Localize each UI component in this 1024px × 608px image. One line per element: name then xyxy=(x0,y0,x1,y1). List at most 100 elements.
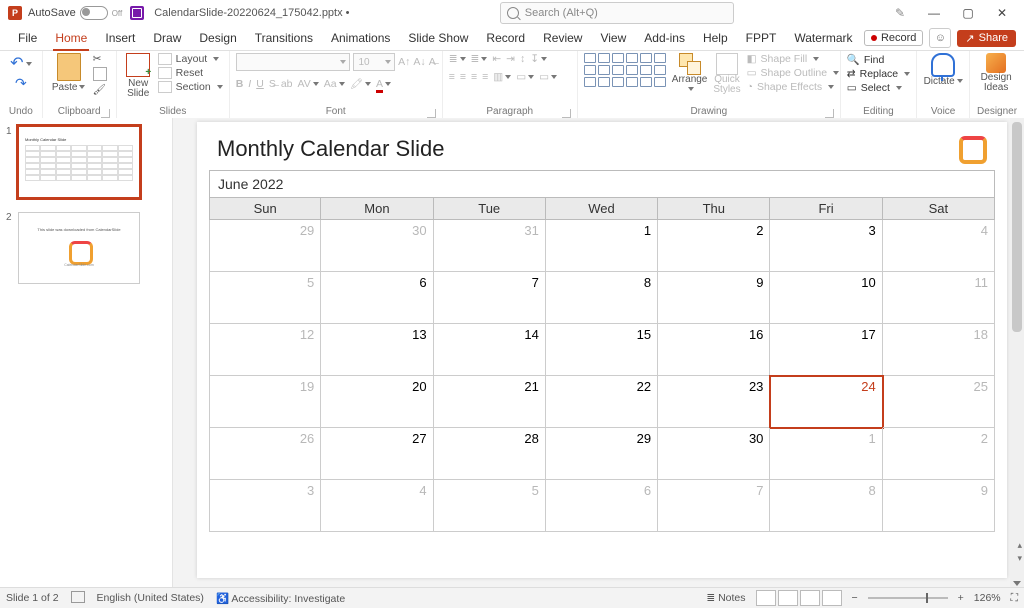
inc-indent-button[interactable]: ⇥ xyxy=(506,53,515,65)
underline-button[interactable]: U xyxy=(256,78,264,90)
appearance-button[interactable]: ✎ xyxy=(884,2,916,24)
tab-design[interactable]: Design xyxy=(191,27,244,50)
tab-record[interactable]: Record xyxy=(478,27,533,50)
zoom-slider[interactable] xyxy=(868,597,948,599)
sorter-view-button[interactable] xyxy=(778,590,798,606)
tab-animations[interactable]: Animations xyxy=(323,27,398,50)
undo-button[interactable]: ↶ xyxy=(10,53,31,73)
calendar-cell[interactable]: 29 xyxy=(209,220,321,272)
calendar-cell[interactable]: 18 xyxy=(883,324,995,376)
calendar-cell[interactable]: 7 xyxy=(434,272,546,324)
calendar-cell[interactable]: 16 xyxy=(658,324,770,376)
zoom-value[interactable]: 126% xyxy=(974,592,1001,604)
calendar-cell[interactable]: 22 xyxy=(546,376,658,428)
calendar-cell[interactable]: 13 xyxy=(321,324,433,376)
calendar-cell[interactable]: 2 xyxy=(658,220,770,272)
calendar-cell[interactable]: 4 xyxy=(321,480,433,532)
calendar-cell[interactable]: 17 xyxy=(770,324,882,376)
slide-canvas-area[interactable]: Monthly Calendar Slide June 2022 SunMonT… xyxy=(173,118,1024,588)
shape-outline-button[interactable]: ▭Shape Outline xyxy=(747,67,839,79)
normal-view-button[interactable] xyxy=(756,590,776,606)
char-spacing-button[interactable]: AV xyxy=(298,78,319,90)
tab-slideshow[interactable]: Slide Show xyxy=(400,27,476,50)
calendar-cell[interactable]: 27 xyxy=(321,428,433,480)
grow-font-button[interactable]: A↑ xyxy=(398,56,410,68)
shadow-button[interactable]: ab xyxy=(281,78,293,90)
search-input[interactable]: Search (Alt+Q) xyxy=(500,2,734,24)
align-center-button[interactable]: ≡ xyxy=(460,71,466,83)
maximize-button[interactable]: ▢ xyxy=(952,2,984,24)
section-button[interactable]: Section xyxy=(158,81,223,93)
calendar-cell[interactable]: 1 xyxy=(546,220,658,272)
bold-button[interactable]: B xyxy=(236,78,244,90)
minimize-button[interactable]: — xyxy=(918,2,950,24)
calendar-cell[interactable]: 1 xyxy=(770,428,882,480)
quick-styles-button[interactable]: Quick Styles xyxy=(713,53,740,95)
next-slide-button[interactable]: ▾ xyxy=(1017,553,1022,564)
calendar-cell[interactable]: 29 xyxy=(546,428,658,480)
tab-file[interactable]: File xyxy=(10,27,45,50)
calendar-cell[interactable]: 11 xyxy=(883,272,995,324)
prev-slide-button[interactable]: ▴ xyxy=(1017,540,1022,551)
arrange-button[interactable]: Arrange xyxy=(672,53,708,95)
calendar-cell[interactable]: 31 xyxy=(434,220,546,272)
fit-to-window-button[interactable]: ⛶ xyxy=(1011,592,1018,605)
toggle-off-icon[interactable] xyxy=(80,6,108,20)
zoom-in-button[interactable]: + xyxy=(958,592,964,604)
dec-indent-button[interactable]: ⇤ xyxy=(492,53,501,65)
tab-transitions[interactable]: Transitions xyxy=(247,27,321,50)
highlight-button[interactable]: 🖍 xyxy=(350,77,371,90)
tab-addins[interactable]: Add-ins xyxy=(636,27,693,50)
zoom-out-button[interactable]: − xyxy=(852,592,858,604)
slide-title[interactable]: Monthly Calendar Slide xyxy=(217,136,444,162)
calendar-cell[interactable]: 25 xyxy=(883,376,995,428)
save-icon[interactable] xyxy=(130,6,144,20)
cut-button[interactable]: ✂ xyxy=(93,53,107,65)
share-button[interactable]: ↗Share xyxy=(957,30,1016,47)
calendar-cell[interactable]: 19 xyxy=(209,376,321,428)
dictate-button[interactable]: Dictate xyxy=(923,53,963,87)
reset-button[interactable]: Reset xyxy=(158,67,223,79)
align-left-button[interactable]: ≡ xyxy=(449,71,455,83)
thumb-preview[interactable]: This slide was downloaded from CalendarS… xyxy=(18,212,140,284)
calendar-cell[interactable]: 14 xyxy=(434,324,546,376)
calendar-table[interactable]: June 2022 SunMonTueWedThuFriSat 29303112… xyxy=(209,170,995,532)
accessibility-button[interactable]: ♿ Accessibility: Investigate xyxy=(216,592,345,605)
calendar-cell[interactable]: 8 xyxy=(546,272,658,324)
bullets-button[interactable]: ≣ xyxy=(449,53,466,65)
calendar-cell[interactable]: 4 xyxy=(883,220,995,272)
paste-button[interactable]: Paste xyxy=(49,53,89,93)
tab-insert[interactable]: Insert xyxy=(97,27,143,50)
close-button[interactable]: ✕ xyxy=(986,2,1018,24)
calendar-caption[interactable]: June 2022 xyxy=(209,170,995,197)
reading-view-button[interactable] xyxy=(800,590,820,606)
tab-review[interactable]: Review xyxy=(535,27,590,50)
columns-button[interactable]: ▥ xyxy=(493,71,511,83)
calendar-cell[interactable]: 24 xyxy=(770,376,882,428)
italic-button[interactable]: I xyxy=(248,78,251,90)
clipboard-launcher-icon[interactable] xyxy=(101,109,110,118)
notes-button[interactable]: ≣ Notes xyxy=(706,592,745,604)
format-painter-button[interactable]: 🖌 xyxy=(93,83,107,96)
shrink-font-button[interactable]: A↓ xyxy=(413,56,425,68)
font-name-combo[interactable] xyxy=(236,53,351,71)
record-button[interactable]: Record xyxy=(864,30,923,46)
thumbnail-slide-1[interactable]: 1 Monthly Calendar Slide xyxy=(6,126,166,198)
calendar-cell[interactable]: 23 xyxy=(658,376,770,428)
calendar-cell[interactable]: 6 xyxy=(546,480,658,532)
calendar-cell[interactable]: 8 xyxy=(770,480,882,532)
document-title[interactable]: CalendarSlide-20220624_175042.pptx • xyxy=(154,7,349,19)
calendar-cell[interactable]: 6 xyxy=(321,272,433,324)
calendar-cell[interactable]: 2 xyxy=(883,428,995,480)
layout-button[interactable]: Layout xyxy=(158,53,223,65)
calendar-cell[interactable]: 20 xyxy=(321,376,433,428)
tab-fppt[interactable]: FPPT xyxy=(738,27,785,50)
slideshow-view-button[interactable] xyxy=(822,590,842,606)
language-button[interactable]: English (United States) xyxy=(97,592,204,604)
thumbnail-slide-2[interactable]: 2 This slide was downloaded from Calenda… xyxy=(6,212,166,284)
calendar-cell[interactable]: 30 xyxy=(658,428,770,480)
calendar-cell[interactable]: 21 xyxy=(434,376,546,428)
calendar-cell[interactable]: 15 xyxy=(546,324,658,376)
slide-canvas[interactable]: Monthly Calendar Slide June 2022 SunMonT… xyxy=(197,122,1007,578)
font-color-button[interactable]: A xyxy=(376,78,391,90)
